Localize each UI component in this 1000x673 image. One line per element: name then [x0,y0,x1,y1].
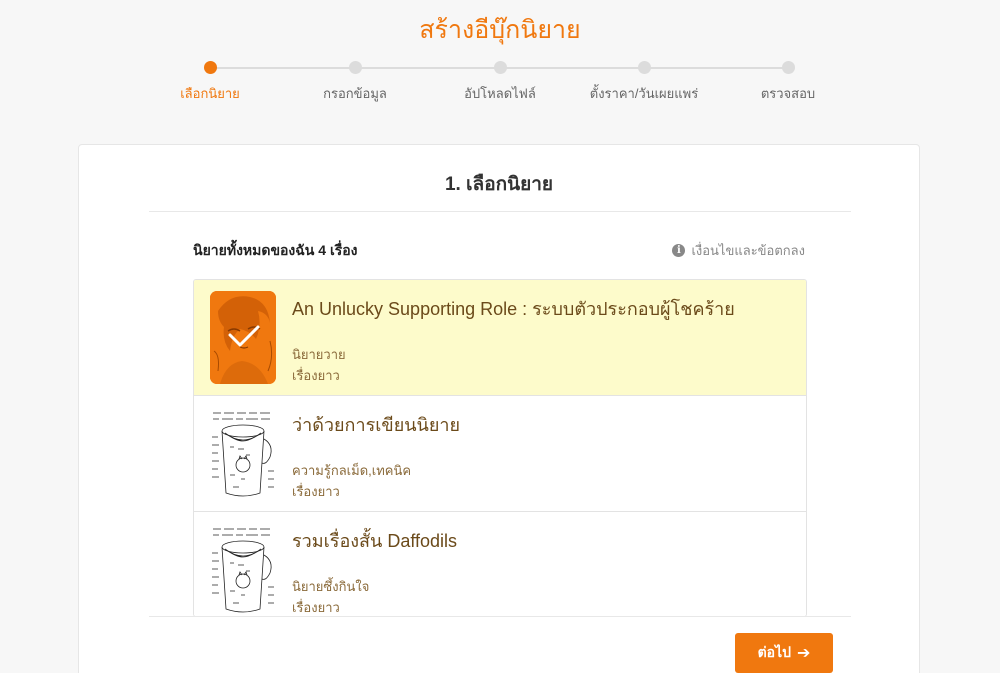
terms-link[interactable]: i เงื่อนไขและข้อตกลง [672,240,805,261]
page-title: สร้างอีบุ๊กนิยาย [419,16,581,44]
info-icon: i [672,244,686,257]
check-icon [228,325,260,347]
stepper: เลือกนิยาย กรอกข้อมูล อัปโหลดไฟล์ ตั้งรา… [0,58,1000,108]
novel-title: An Unlucky Supporting Role : ระบบตัวประก… [292,299,735,319]
step-label: อัปโหลดไฟล์ [464,86,536,101]
next-button[interactable]: ต่อไป ➔ [735,633,833,673]
coffee-cup-sketch-icon [210,407,276,500]
novel-cover [210,523,276,616]
step-dot-active [203,61,217,74]
arrow-right-icon: ➔ [797,645,811,662]
step-dot [493,61,507,74]
card-divider-top [149,211,851,212]
novel-length: เรื่องยาว [292,368,340,383]
novel-cover [210,407,276,500]
novel-genre: นิยายวาย [292,347,346,362]
novel-length: เรื่องยาว [292,484,340,499]
novel-item[interactable]: รวมเรื่องสั้น Daffodils นิยายซึ้งกินใจ เ… [194,512,806,616]
terms-label: เงื่อนไขและข้อตกลง [691,243,805,258]
card-divider-bottom [149,616,851,617]
novel-item[interactable]: ว่าด้วยการเขียนนิยาย ความรู้กลเม็ด,เทคนิ… [194,396,806,512]
novel-title: รวมเรื่องสั้น Daffodils [292,531,458,551]
card-title: 1. เลือกนิยาย [444,174,554,195]
step-dot [781,61,795,74]
novel-length: เรื่องยาว [292,600,340,615]
novel-list[interactable]: An Unlucky Supporting Role : ระบบตัวประก… [193,279,807,617]
coffee-cup-sketch-icon [210,523,276,616]
step-label: เลือกนิยาย [180,86,240,101]
step-label: ตรวจสอบ [760,86,816,101]
step-price-date: ตั้งราคา/วันเผยแพร่ [574,58,714,104]
step-label: กรอกข้อมูล [323,86,387,101]
novel-item-selected[interactable]: An Unlucky Supporting Role : ระบบตัวประก… [194,280,806,396]
step-fill-info: กรอกข้อมูล [285,58,425,104]
step-dot [637,61,651,74]
novel-genre: ความรู้กลเม็ด,เทคนิค [292,463,412,478]
novel-genre: นิยายซึ้งกินใจ [292,579,370,594]
novel-title: ว่าด้วยการเขียนนิยาย [292,415,461,435]
select-novel-card: 1. เลือกนิยาย นิยายทั้งหมดของฉัน 4 เรื่อ… [78,144,920,673]
step-label: ตั้งราคา/วันเผยแพร่ [589,86,699,101]
step-review: ตรวจสอบ [718,58,858,104]
novel-count-header: นิยายทั้งหมดของฉัน 4 เรื่อง [193,242,358,258]
step-upload-file: อัปโหลดไฟล์ [430,58,570,104]
step-select-novel: เลือกนิยาย [140,58,280,104]
step-dot [348,61,362,74]
next-label: ต่อไป [757,644,792,660]
novel-cover [210,291,276,384]
